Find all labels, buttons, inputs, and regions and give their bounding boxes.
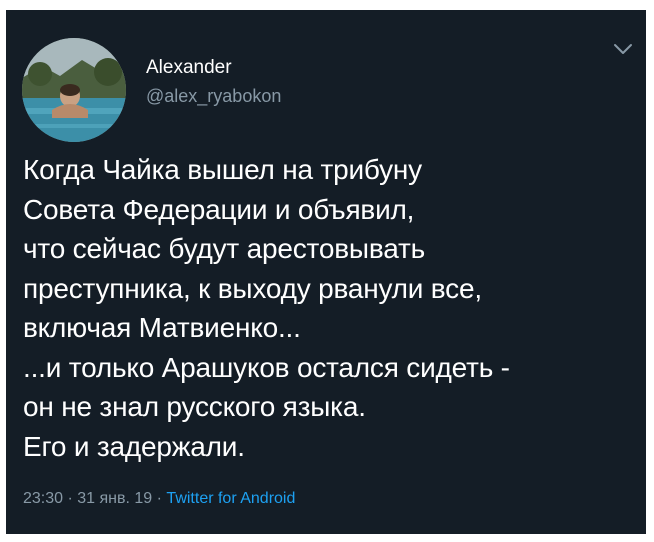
tweet-text-line: он не знал русского языка. <box>23 391 366 422</box>
author-handle[interactable]: @alex_ryabokon <box>146 84 281 108</box>
author-display-name[interactable]: Alexander <box>146 56 281 80</box>
tweet-text-line: Совета Федерации и объявил, <box>23 193 415 225</box>
user-avatar[interactable] <box>22 38 126 142</box>
tweet-text-line: что сейчас будут арестовывать <box>23 233 425 264</box>
tweet-card: Alexander @alex_ryabokon Когда Чайка выш… <box>6 10 646 534</box>
avatar-image <box>22 38 126 142</box>
meta-separator: · <box>63 490 78 507</box>
tweet-author[interactable]: Alexander @alex_ryabokon <box>146 56 281 108</box>
tweet-text-line: Его и задержали. <box>23 430 245 462</box>
tweet-date[interactable]: 31 янв. 19 <box>77 490 152 507</box>
tweet-text-line: ...и только Арашуков остался сидеть - <box>23 351 510 383</box>
tweet-text: Когда Чайка вышел на трибуну Совета Феде… <box>23 150 633 466</box>
tweet-source-link[interactable]: Twitter for Android <box>166 490 295 507</box>
tweet-metadata: 23:30 · 31 янв. 19 · Twitter for Android <box>23 488 295 510</box>
tweet-text-line: преступника, к выходу рванули все, <box>23 272 482 304</box>
chevron-down-icon[interactable] <box>612 40 634 58</box>
tweet-time[interactable]: 23:30 <box>23 490 63 507</box>
meta-separator: · <box>152 490 167 507</box>
tweet-text-line: включая Матвиенко... <box>23 312 301 343</box>
tweet-text-line: Когда Чайка вышел на трибуну <box>23 154 422 185</box>
